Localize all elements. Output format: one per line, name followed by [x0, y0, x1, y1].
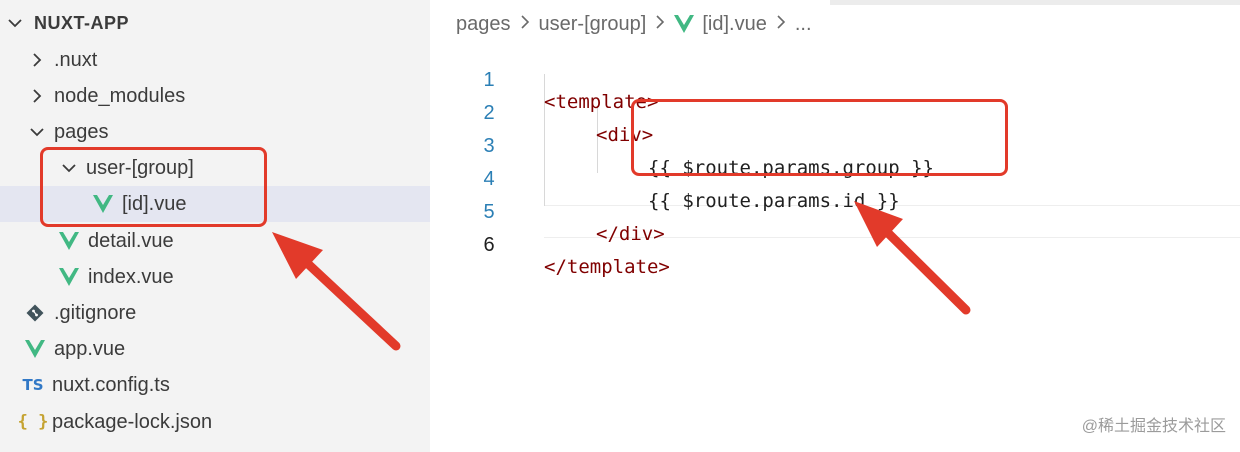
arrow-right — [854, 201, 971, 315]
arrow-left — [272, 232, 401, 351]
annotation-arrows — [272, 201, 971, 351]
